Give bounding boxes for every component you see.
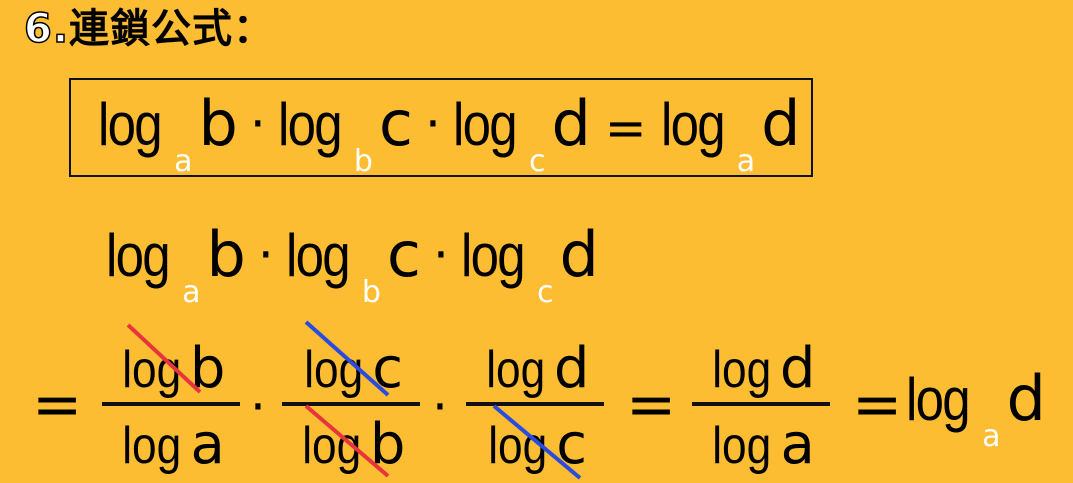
chain-formula: log a b · log b c · log c d = log a d <box>98 87 801 177</box>
numerator: d <box>779 336 816 401</box>
arg-b: b <box>198 87 238 160</box>
log-label: log <box>711 341 771 399</box>
log-label: log <box>460 222 526 289</box>
log-label: log <box>122 417 182 475</box>
log-label: log <box>304 341 364 399</box>
multiply-dot: · <box>257 226 274 284</box>
fraction-d-over-a: log d log a <box>692 336 830 477</box>
denominator: c <box>556 412 588 477</box>
multiply-dot: · <box>432 378 448 436</box>
arg-c: c <box>386 218 421 291</box>
base-c: c <box>528 144 546 179</box>
base-c: c <box>536 275 554 310</box>
section-number: 6. <box>23 5 70 53</box>
log-label: log <box>712 417 772 475</box>
base-a: a <box>182 275 201 310</box>
result-log: log a d <box>906 362 1046 452</box>
section-title: 6.連鎖公式： <box>23 4 275 54</box>
multiply-dot: · <box>432 226 449 284</box>
multiply-dot: · <box>249 95 266 153</box>
numerator: b <box>189 336 226 401</box>
numerator: d <box>553 336 590 401</box>
base-a: a <box>174 144 193 179</box>
base-b: b <box>353 144 373 179</box>
log-label: log <box>98 91 163 158</box>
base-b: b <box>361 275 381 310</box>
fraction-bar <box>692 402 830 406</box>
multiply-dot: · <box>424 95 441 153</box>
equals-sign: = <box>32 370 83 440</box>
fraction-bar <box>466 402 604 406</box>
log-label: log <box>277 91 343 158</box>
fraction-bar <box>282 402 420 406</box>
log-label: log <box>285 222 351 289</box>
equals-sign: = <box>604 99 647 157</box>
numerator: c <box>372 336 404 401</box>
log-label: log <box>301 417 361 475</box>
equals-sign: = <box>852 370 903 440</box>
arg-d: d <box>559 218 599 291</box>
arg-c: c <box>378 87 413 160</box>
log-label: log <box>121 341 181 399</box>
fraction-d-over-c: log d log c <box>466 336 604 477</box>
arg-d: d <box>1006 362 1046 435</box>
arg-b: b <box>206 218 246 291</box>
log-label: log <box>485 341 545 399</box>
arg-d: d <box>551 87 591 160</box>
log-label: log <box>106 222 171 289</box>
log-label: log <box>660 91 726 158</box>
section-heading: 連鎖公式： <box>69 6 275 52</box>
equals-sign: = <box>626 370 677 440</box>
derivation-lhs: log a b · log b c · log c d <box>106 218 599 308</box>
log-label: log <box>906 366 971 433</box>
denominator: b <box>369 412 406 477</box>
log-label: log <box>452 91 518 158</box>
log-label: log <box>488 417 548 475</box>
fraction-b-over-a: log b log a <box>102 336 240 477</box>
base-a: a <box>736 144 756 179</box>
fraction-bar <box>102 402 240 406</box>
base-a: a <box>982 419 1001 454</box>
multiply-dot: · <box>250 378 266 436</box>
fraction-c-over-b: log c log b <box>282 336 420 477</box>
denominator: a <box>190 412 225 477</box>
arg-d: d <box>761 87 801 160</box>
denominator: a <box>780 412 815 477</box>
